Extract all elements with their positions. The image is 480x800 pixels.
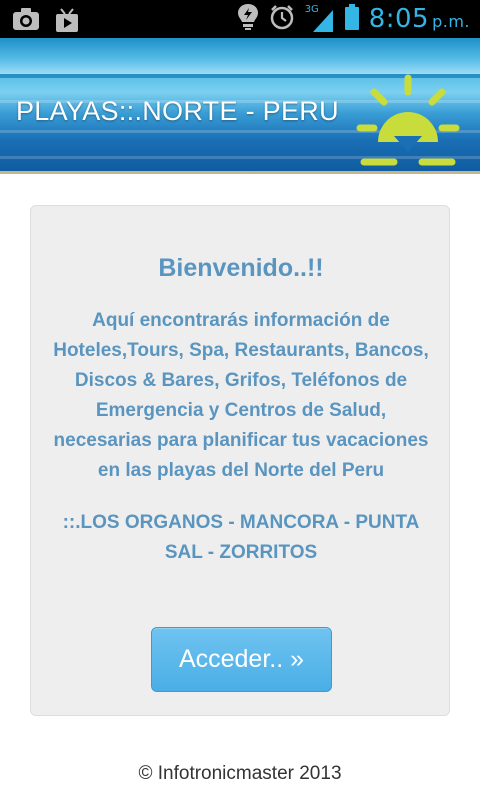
signal-icon: 3G (305, 4, 335, 34)
welcome-panel: Bienvenido..!! Aquí encontrarás informac… (30, 205, 450, 716)
lightbulb-icon (237, 3, 259, 36)
access-button[interactable]: Acceder.. » (151, 627, 332, 692)
intro-text: Aquí encontrarás información de Hoteles,… (53, 310, 429, 481)
alarm-icon (269, 4, 295, 35)
places-text: ::.LOS ORGANOS - MANCORA - PUNTA SAL - Z… (62, 512, 420, 563)
camera-icon (12, 7, 40, 38)
sun-icon (352, 72, 464, 174)
welcome-heading: Bienvenido..!! (158, 254, 324, 282)
battery-icon (344, 3, 359, 35)
clock: 8:05 p.m. (369, 4, 470, 34)
banner-sky (0, 38, 480, 74)
status-bar: 3G 8:05 p.m. (0, 0, 480, 38)
clock-time: 8:05 (368, 4, 430, 34)
copyright-footer: © Infotronicmaster 2013 (138, 763, 342, 784)
play-store-icon (54, 7, 80, 38)
app-title: PLAYAS::.NORTE - PERU (16, 96, 339, 126)
header-banner: PLAYAS::.NORTE - PERU (0, 38, 480, 174)
clock-ampm: p.m. (432, 12, 470, 31)
